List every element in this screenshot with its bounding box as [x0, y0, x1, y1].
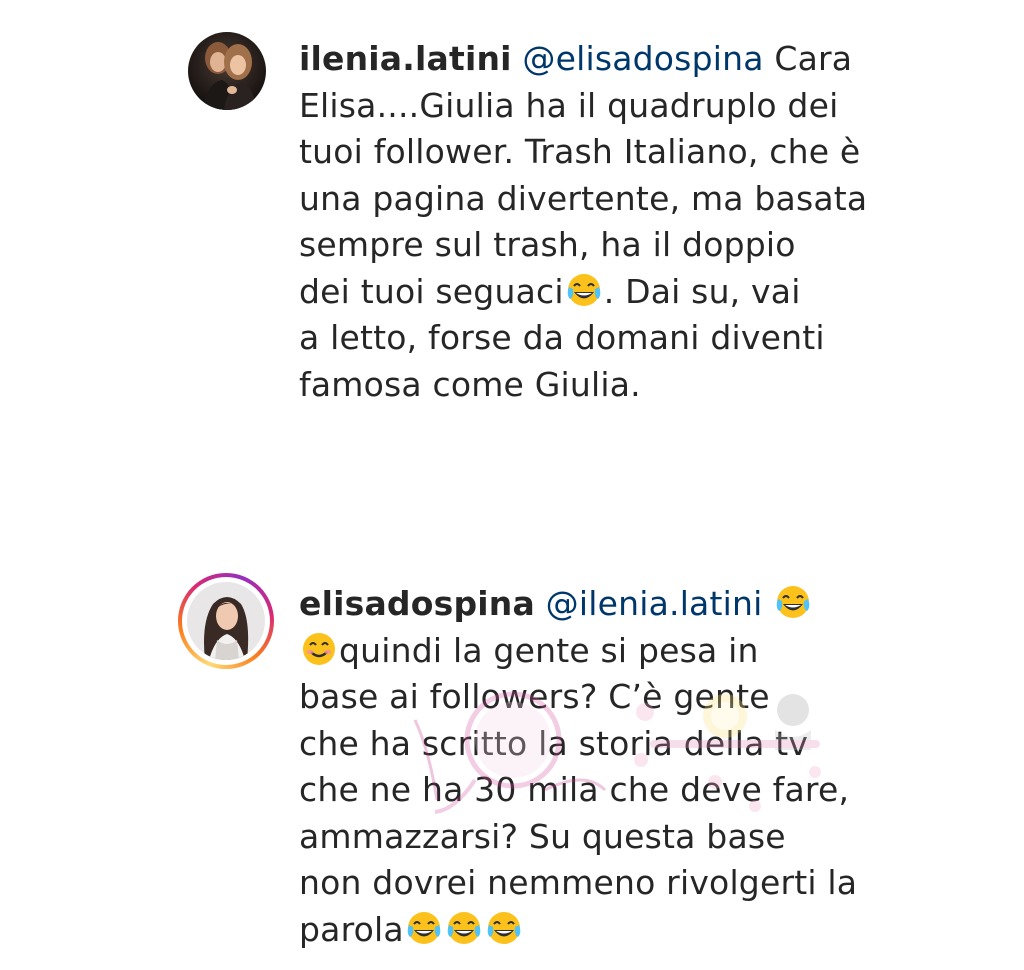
- face-with-tears-of-joy-icon: [445, 909, 483, 947]
- comment-line: Elisa....Giulia ha il quadruplo dei: [299, 85, 839, 125]
- comment-text: elisadospina @ilenia.latini quindi la ge…: [299, 581, 899, 953]
- comment-text: ilenia.latini @elisadospina Cara Elisa..…: [299, 36, 899, 408]
- comment-line: elisadospina @ilenia.latini: [299, 581, 899, 628]
- comment-line: che ha scritto la storia della tv: [299, 723, 809, 763]
- story-ring: [182, 577, 270, 665]
- comment-line-text: Cara: [763, 39, 853, 78]
- comment-line: base ai followers? C’è gente: [299, 677, 770, 716]
- face-with-tears-of-joy-icon: [774, 583, 812, 621]
- comment-username[interactable]: elisadospina: [299, 584, 535, 623]
- profile-photo: [187, 582, 265, 660]
- comment-line-text: dei tuoi seguaci: [299, 271, 564, 311]
- comment-line-text: quindi la gente si pesa in: [339, 630, 759, 670]
- mention-link[interactable]: @ilenia.latini: [546, 584, 763, 623]
- comment-line-text: . Dai su, vai: [603, 271, 801, 311]
- comment-line: quindi la gente si pesa in: [299, 628, 899, 675]
- face-with-tears-of-joy-icon: [485, 909, 523, 947]
- comment-line: che ne ha 30 mila che deve fare,: [299, 770, 850, 809]
- face-with-tears-of-joy-icon: [565, 271, 603, 309]
- comment-line: non dovrei nemmeno rivolgerti la: [299, 863, 858, 902]
- comment-line: tuoi follower. Trash Italiano, che è: [299, 132, 861, 171]
- comment-line: a letto, forse da domani diventi: [299, 318, 825, 357]
- comment-line: ilenia.latini @elisadospina Cara: [299, 36, 899, 83]
- comment-username[interactable]: ilenia.latini: [299, 39, 512, 78]
- avatar[interactable]: [188, 32, 266, 110]
- smiling-face-icon: [300, 630, 338, 668]
- comment-line: sempre sul trash, ha il doppio: [299, 225, 796, 264]
- mention-link[interactable]: @elisadospina: [522, 39, 763, 78]
- comment-line: famosa come Giulia.: [299, 364, 641, 404]
- comment-line: ammazzarsi? Su questa base: [299, 816, 786, 856]
- face-with-tears-of-joy-icon: [405, 909, 443, 947]
- comment-line: dei tuoi seguaci . Dai su, vai: [299, 269, 899, 316]
- comment-line: parola: [299, 907, 899, 954]
- profile-photo: [188, 32, 266, 110]
- comment-line-text: parola: [299, 909, 404, 949]
- comment-line: una pagina divertente, ma basata: [299, 178, 868, 218]
- avatar[interactable]: [178, 573, 274, 669]
